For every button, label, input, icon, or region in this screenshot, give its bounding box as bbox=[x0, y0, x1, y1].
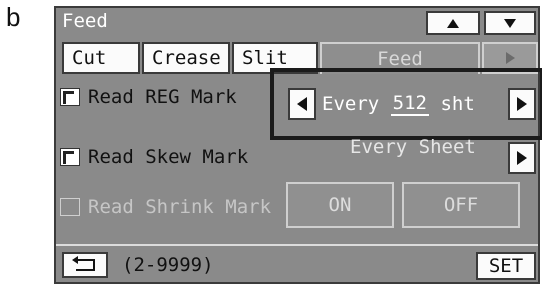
shrink-mark-checkbox[interactable] bbox=[60, 198, 80, 216]
shrink-on-label: ON bbox=[328, 194, 352, 216]
tab-crease-label: Crease bbox=[152, 47, 221, 69]
highlight-frame bbox=[270, 68, 542, 140]
shrink-off-label: OFF bbox=[443, 194, 479, 216]
tab-cut-label: Cut bbox=[72, 47, 107, 69]
skew-next-icon bbox=[517, 151, 527, 165]
feed-screen: Feed Cut Crease Slit Feed Read REG Mark … bbox=[54, 6, 542, 284]
tab-slit-label: Slit bbox=[242, 47, 288, 69]
scroll-down-icon bbox=[504, 18, 516, 28]
tab-feed-label: Feed bbox=[377, 48, 423, 70]
set-button-label: SET bbox=[488, 255, 524, 277]
tab-next-icon bbox=[505, 52, 515, 64]
shrink-mark-label: Read Shrink Mark bbox=[88, 196, 272, 218]
shrink-off-button[interactable]: OFF bbox=[402, 182, 520, 228]
reg-mark-checkbox[interactable] bbox=[60, 88, 80, 106]
back-button[interactable] bbox=[62, 252, 108, 278]
range-text: (2-9999) bbox=[122, 254, 214, 276]
scroll-down-button[interactable] bbox=[484, 11, 536, 35]
skew-mark-value: Every Sheet bbox=[350, 136, 476, 158]
back-return-icon bbox=[72, 256, 95, 271]
tab-crease[interactable]: Crease bbox=[142, 42, 230, 74]
skew-mark-checkbox[interactable] bbox=[60, 148, 80, 166]
shrink-on-button[interactable]: ON bbox=[286, 182, 394, 228]
scroll-up-button[interactable] bbox=[426, 11, 480, 35]
set-button[interactable]: SET bbox=[476, 252, 536, 280]
tab-cut[interactable]: Cut bbox=[62, 42, 140, 74]
skew-next-button[interactable] bbox=[508, 142, 536, 174]
reg-mark-label: Read REG Mark bbox=[88, 86, 237, 108]
screen-title: Feed bbox=[62, 10, 108, 32]
skew-mark-label: Read Skew Mark bbox=[88, 146, 249, 168]
figure-label: b bbox=[6, 2, 21, 32]
scroll-up-icon bbox=[447, 18, 459, 28]
